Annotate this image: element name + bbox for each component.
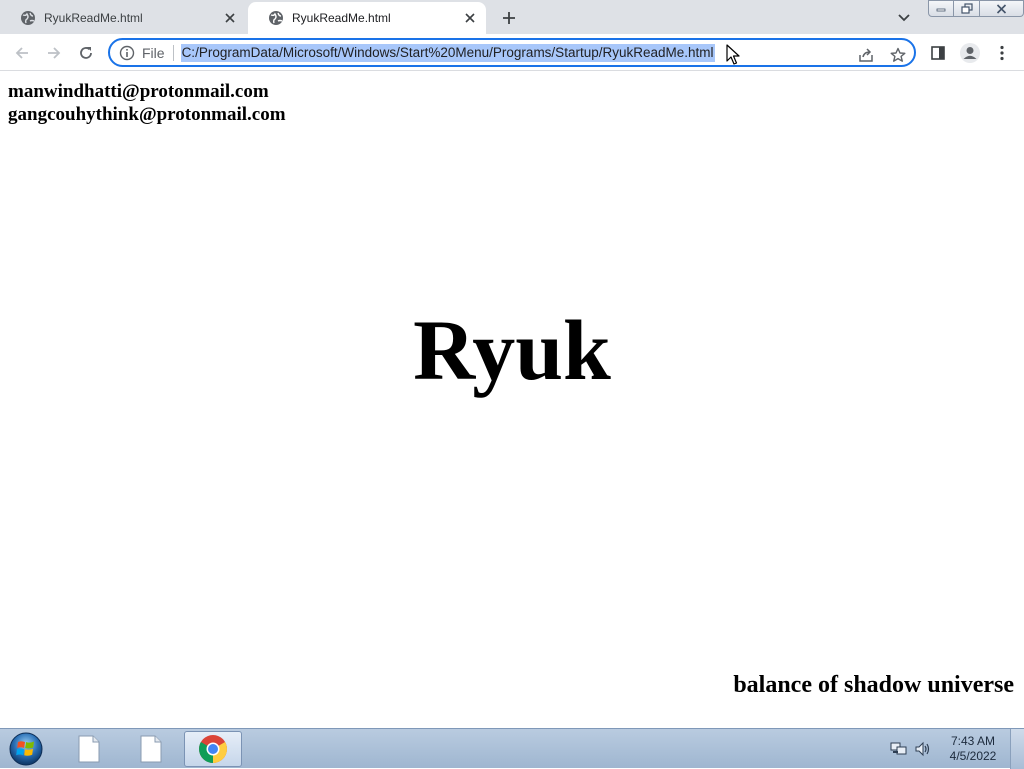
forward-arrow-icon (48, 47, 61, 59)
window-controls (928, 0, 1024, 17)
back-button[interactable] (8, 39, 36, 67)
back-arrow-icon (15, 47, 28, 59)
tab-inactive[interactable]: RyukReadMe.html (0, 2, 246, 34)
network-icon (890, 742, 907, 755)
email-address: gangcouhythink@protonmail.com (8, 104, 286, 125)
new-tab-button[interactable] (496, 5, 522, 31)
start-button[interactable] (6, 730, 46, 768)
tab-search-button[interactable] (892, 6, 916, 30)
scheme-label: File (142, 44, 165, 61)
info-icon[interactable] (119, 45, 135, 61)
speaker-icon (915, 741, 930, 757)
tab-title: RyukReadMe.html (44, 11, 143, 25)
windows-start-icon (9, 732, 43, 766)
profile-button[interactable] (956, 39, 984, 67)
system-clock[interactable]: 7:43 AM 4/5/2022 (944, 734, 1002, 764)
bookmark-button[interactable] (887, 44, 909, 66)
restore-icon (960, 3, 973, 14)
tab-title: RyukReadMe.html (292, 11, 391, 25)
minimize-button[interactable] (928, 0, 954, 17)
minimize-icon (936, 8, 946, 11)
tab-close-icon[interactable] (218, 6, 242, 30)
share-icon (859, 48, 873, 62)
omnibox-divider (172, 44, 174, 61)
plus-icon (503, 12, 515, 24)
side-panel-button[interactable] (924, 39, 952, 67)
clock-time: 7:43 AM (950, 734, 996, 748)
chevron-down-icon (898, 14, 910, 22)
globe-icon (21, 11, 35, 25)
tab-strip: RyukReadMe.html RyukReadMe.html (0, 0, 1024, 34)
volume-tray-icon[interactable] (914, 740, 932, 758)
browser-toolbar: File C:/ProgramData/Microsoft/Windows/St… (0, 34, 1024, 71)
show-desktop-button[interactable] (1010, 729, 1024, 769)
email-address: manwindhatti@protonmail.com (8, 81, 269, 102)
close-window-button[interactable] (980, 0, 1024, 17)
reload-button[interactable] (72, 39, 100, 67)
forward-button[interactable] (40, 39, 68, 67)
star-icon (890, 47, 906, 62)
taskbar-item-file[interactable] (60, 731, 118, 767)
tab-close-icon[interactable] (458, 6, 482, 30)
tab-active[interactable]: RyukReadMe.html (248, 2, 486, 34)
file-icon (78, 735, 100, 763)
address-bar[interactable]: File C:/ProgramData/Microsoft/Windows/St… (108, 38, 916, 67)
share-button[interactable] (855, 44, 877, 66)
globe-icon (269, 11, 283, 25)
file-icon (140, 735, 162, 763)
restore-button[interactable] (954, 0, 980, 17)
clock-date: 4/5/2022 (949, 749, 997, 763)
url-text[interactable]: C:/ProgramData/Microsoft/Windows/Start%2… (180, 43, 715, 62)
network-tray-icon[interactable] (890, 740, 908, 758)
page-headline: Ryuk (413, 302, 611, 398)
taskbar-item-file[interactable] (122, 731, 180, 767)
close-icon (996, 3, 1007, 14)
avatar-icon (960, 43, 980, 63)
footer-text: balance of shadow universe (733, 672, 1014, 698)
side-panel-icon (931, 46, 945, 60)
kebab-menu-icon (1000, 45, 1004, 61)
email-list: manwindhatti@protonmail.com gangcouhythi… (8, 80, 286, 126)
taskbar-item-chrome[interactable] (184, 731, 242, 767)
page-content: manwindhatti@protonmail.com gangcouhythi… (0, 72, 1024, 728)
menu-button[interactable] (988, 39, 1016, 67)
taskbar: 7:43 AM 4/5/2022 (0, 728, 1024, 769)
reload-icon (80, 47, 92, 59)
mouse-cursor-icon (726, 44, 740, 65)
chrome-icon (199, 735, 227, 763)
